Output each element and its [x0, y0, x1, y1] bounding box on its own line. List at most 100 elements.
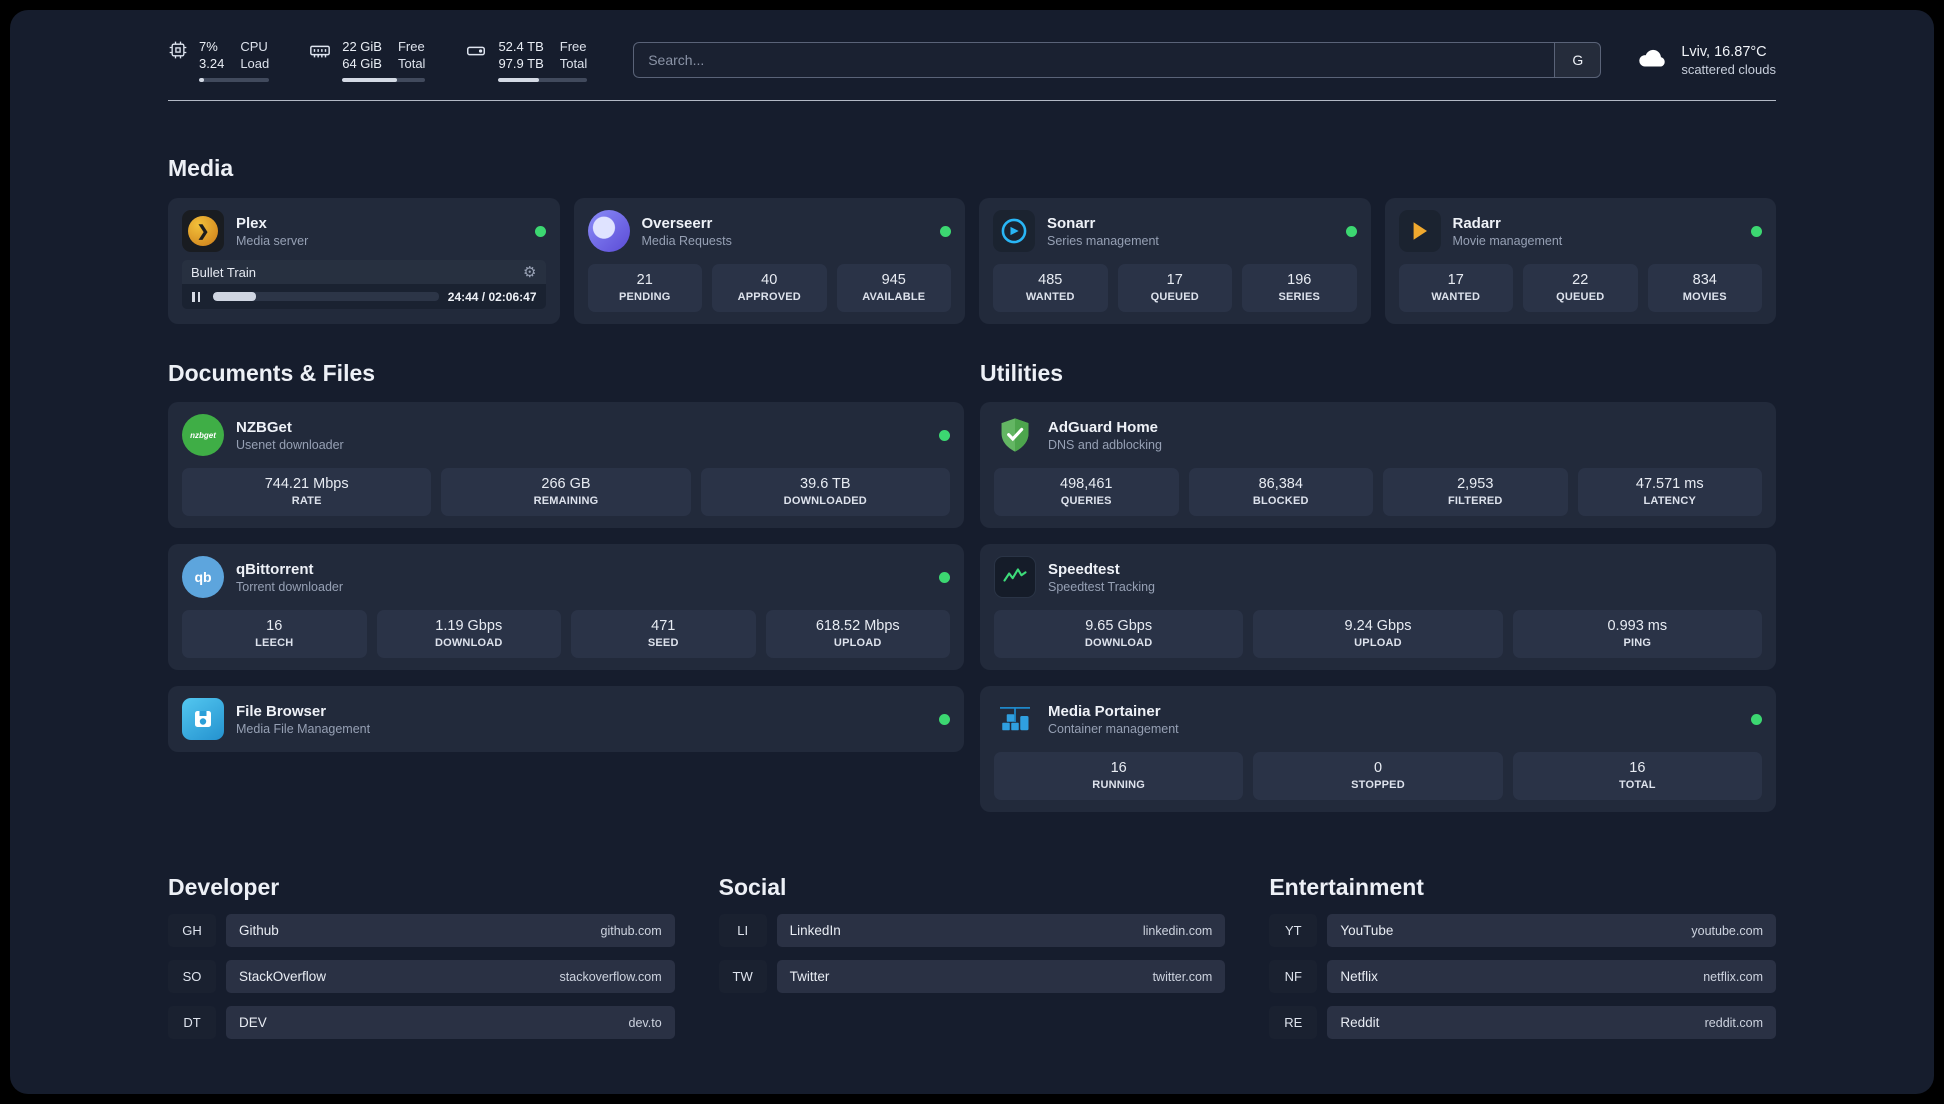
app-subtitle: Media File Management — [236, 721, 371, 736]
bookmark-abbr: GH — [168, 914, 216, 948]
stat-remaining: 266 GB REMAINING — [441, 468, 691, 517]
stat-download: 1.19 Gbps DOWNLOAD — [376, 610, 561, 659]
cloud-icon — [1635, 41, 1669, 80]
cpu-label2: Load — [240, 56, 270, 72]
pause-button[interactable] — [188, 291, 204, 302]
ram-metric: 22 GiB 64 GiB Free Total — [309, 38, 426, 83]
bookmark-url: github.com — [600, 923, 662, 938]
bookmark-name: Twitter — [789, 969, 830, 985]
entertainment-bookmarks: Entertainment YT YouTube youtube.com NF … — [1269, 874, 1776, 1040]
ram-label-total: Total — [397, 56, 426, 72]
disk-label-free: Free — [559, 39, 587, 54]
overseerr-icon — [587, 210, 630, 253]
bookmark-linkedin[interactable]: LI LinkedIn linkedin.com — [718, 914, 1226, 948]
adguard-card[interactable]: AdGuard Home DNS and adblocking 498,461 … — [980, 402, 1776, 529]
status-dot — [1751, 225, 1762, 237]
media-grid: ❯ Plex Media server Bullet Train ⚙ 24:44… — [168, 198, 1776, 325]
stat-total: 16 TOTAL — [1512, 752, 1762, 801]
social-bookmarks: Social LI LinkedIn linkedin.com TW Twitt… — [718, 874, 1226, 1039]
stat-pending: 21 PENDING — [587, 264, 702, 313]
stat-running: 16 RUNNING — [994, 752, 1244, 801]
app-subtitle: DNS and adblocking — [1048, 437, 1162, 452]
qbittorrent-card[interactable]: qb qBittorrent Torrent downloader 16 LEE… — [168, 544, 964, 671]
nzbget-card[interactable]: nzbget NZBGet Usenet downloader 744.21 M… — [168, 402, 964, 529]
bookmark-name: DEV — [239, 1015, 267, 1031]
stat-leech: 16 LEECH — [182, 610, 367, 659]
weather-condition: scattered clouds — [1681, 61, 1776, 77]
stat-queued: 22 QUEUED — [1523, 264, 1638, 313]
radarr-card[interactable]: Radarr Movie management 17 WANTED 22 QUE… — [1384, 198, 1776, 325]
app-subtitle: Media server — [236, 233, 309, 248]
documents-column: Documents & Files nzbget NZBGet Usenet d… — [168, 360, 964, 812]
cpu-label: CPU — [240, 39, 268, 54]
search-input[interactable] — [634, 43, 1555, 78]
ram-free: 22 GiB — [342, 39, 382, 54]
app-title: qBittorrent — [236, 560, 314, 578]
stat-download: 9.65 Gbps DOWNLOAD — [994, 610, 1244, 659]
dashboard-panel: 7% 3.24 CPU Load 22 GiB 64 GiB Free Tota… — [10, 10, 1934, 1094]
bookmark-reddit[interactable]: RE Reddit reddit.com — [1269, 1006, 1776, 1040]
sonarr-card[interactable]: Sonarr Series management 485 WANTED 17 Q… — [979, 198, 1371, 325]
bookmark-netflix[interactable]: NF Netflix netflix.com — [1269, 960, 1776, 994]
section-title-developer: Developer — [168, 874, 280, 901]
app-subtitle: Movie management — [1452, 233, 1563, 248]
bookmark-name: StackOverflow — [239, 969, 327, 985]
stat-seed: 471 SEED — [571, 610, 756, 659]
cpu-progress-bar — [199, 78, 270, 83]
app-subtitle: Torrent downloader — [236, 579, 344, 594]
utilities-column: Utilities AdGuard Home DNS and adblockin… — [980, 360, 1776, 813]
ram-label-free: Free — [397, 39, 425, 54]
portainer-icon — [994, 698, 1036, 740]
bookmark-url: youtube.com — [1691, 923, 1763, 938]
section-title-utilities: Utilities — [980, 360, 1064, 387]
app-subtitle: Series management — [1047, 233, 1159, 248]
status-dot — [1345, 225, 1357, 237]
adguard-icon — [994, 414, 1036, 456]
status-dot — [939, 571, 950, 583]
section-title-social: Social — [718, 874, 787, 901]
plex-icon: ❯ — [182, 210, 224, 253]
cpu-usage: 7% — [199, 39, 218, 54]
bookmark-abbr: RE — [1269, 1006, 1318, 1040]
filebrowser-icon — [182, 698, 224, 741]
bookmark-name: Reddit — [1340, 1015, 1380, 1031]
plex-card[interactable]: ❯ Plex Media server Bullet Train ⚙ 24:44… — [168, 198, 560, 325]
overseerr-card[interactable]: Overseerr Media Requests 21 PENDING 40 A… — [573, 198, 965, 325]
cpu-icon — [168, 40, 188, 65]
bookmark-stackoverflow[interactable]: SO StackOverflow stackoverflow.com — [168, 960, 675, 994]
bookmark-name: Netflix — [1340, 969, 1378, 985]
speedtest-icon — [994, 556, 1036, 599]
stat-queries: 498,461 QUERIES — [994, 468, 1179, 517]
now-playing-title: Bullet Train — [191, 264, 257, 280]
stat-ping: 0.993 ms PING — [1512, 610, 1762, 659]
now-playing-widget: Bullet Train ⚙ 24:44 / 02:06:47 — [182, 260, 546, 310]
bookmark-abbr: DT — [168, 1006, 216, 1040]
app-subtitle: Container management — [1048, 721, 1179, 736]
stat-queued: 17 QUEUED — [1117, 264, 1232, 313]
bookmark-abbr: SO — [168, 960, 216, 994]
bookmark-dev[interactable]: DT DEV dev.to — [168, 1006, 675, 1040]
stat-filtered: 2,953 FILTERED — [1383, 468, 1568, 517]
seek-bar[interactable] — [213, 292, 439, 302]
cpu-metric: 7% 3.24 CPU Load — [168, 38, 270, 83]
bookmark-url: linkedin.com — [1142, 923, 1213, 938]
section-title-documents: Documents & Files — [168, 360, 376, 387]
gear-icon[interactable]: ⚙ — [523, 263, 536, 281]
portainer-card[interactable]: Media Portainer Container management 16 … — [980, 686, 1776, 813]
stat-series: 196 SERIES — [1242, 264, 1357, 313]
disk-progress-bar — [498, 78, 588, 83]
bookmark-twitter[interactable]: TW Twitter twitter.com — [718, 960, 1226, 994]
app-title: Overseerr — [641, 214, 713, 232]
filebrowser-card[interactable]: File Browser Media File Management — [168, 686, 964, 753]
bookmark-url: netflix.com — [1703, 969, 1763, 984]
qbittorrent-icon: qb — [182, 556, 224, 599]
stat-wanted: 485 WANTED — [993, 264, 1108, 313]
bookmark-github[interactable]: GH Github github.com — [168, 914, 675, 948]
bookmark-name: Github — [239, 923, 279, 939]
bookmark-abbr: YT — [1269, 914, 1318, 948]
bookmark-url: twitter.com — [1152, 969, 1213, 984]
speedtest-card[interactable]: Speedtest Speedtest Tracking 9.65 Gbps D… — [980, 544, 1776, 671]
search-engine-button[interactable]: G — [1554, 43, 1601, 78]
disk-label-total: Total — [559, 56, 588, 72]
bookmark-youtube[interactable]: YT YouTube youtube.com — [1269, 914, 1776, 948]
